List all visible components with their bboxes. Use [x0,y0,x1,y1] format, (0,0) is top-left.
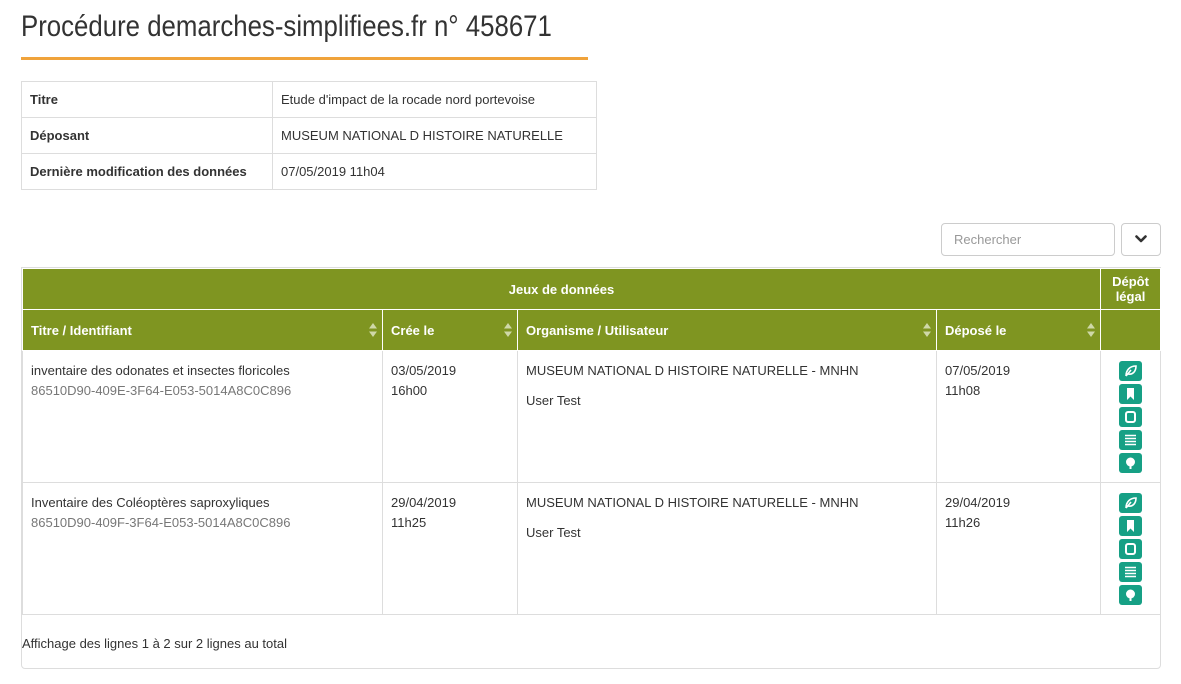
info-label: Titre [21,81,273,118]
column-header-label: Titre / Identifiant [31,322,132,338]
cell-deposited: 07/05/2019 11h08 [936,350,1101,483]
group-header-datasets: Jeux de données [22,268,1101,310]
chevron-down-icon [1135,232,1147,247]
cell-actions [1100,482,1161,615]
dataset-identifier: 86510D90-409F-3F64-E053-5014A8C0C896 [31,515,291,530]
column-header-actions [1100,309,1161,351]
column-header-deposited[interactable]: Déposé le [936,309,1101,351]
dataset-identifier: 86510D90-409E-3F64-E053-5014A8C0C896 [31,383,292,398]
procedure-info-table: Titre Etude d'impact de la rocade nord p… [21,81,597,190]
cell-deposited: 29/04/2019 11h26 [936,482,1101,615]
datasets-table: Jeux de données Dépôt légal Titre / Iden… [22,268,1161,615]
search-input[interactable] [941,223,1115,256]
bookmark-icon[interactable] [1119,384,1142,404]
info-value: 07/05/2019 11h04 [272,153,597,190]
sort-icon [369,323,377,340]
datasets-table-panel: Jeux de données Dépôt légal Titre / Iden… [21,267,1161,669]
column-header-label: Organisme / Utilisateur [526,322,669,338]
sort-icon [1087,323,1095,340]
sort-icon [504,323,512,340]
table-row: Inventaire des Coléoptères saproxyliques… [22,482,1161,615]
info-row-last-modified: Dernière modification des données 07/05/… [21,153,597,190]
column-header-created[interactable]: Crée le [382,309,518,351]
pagination-summary: Affichage des lignes 1 à 2 sur 2 lignes … [22,636,287,651]
tree-icon[interactable] [1119,585,1142,605]
organism-name: MUSEUM NATIONAL D HISTOIRE NATURELLE - M… [526,363,859,378]
column-header-organism[interactable]: Organisme / Utilisateur [517,309,937,351]
columns-toggle-button[interactable] [1121,223,1161,256]
sort-icon [923,323,931,340]
created-time: 16h00 [391,383,428,398]
info-value: MUSEUM NATIONAL D HISTOIRE NATURELLE [272,117,597,154]
column-header-title[interactable]: Titre / Identifiant [22,309,383,351]
user-name: User Test [526,393,581,408]
cell-organism: MUSEUM NATIONAL D HISTOIRE NATURELLE - M… [517,482,937,615]
tree-icon[interactable] [1119,453,1142,473]
cell-organism: MUSEUM NATIONAL D HISTOIRE NATURELLE - M… [517,350,937,483]
list-icon[interactable] [1119,562,1142,582]
info-value: Etude d'impact de la rocade nord portevo… [272,81,597,118]
dataset-title: Inventaire des Coléoptères saproxyliques [31,495,270,510]
created-date: 29/04/2019 [391,495,457,510]
cell-actions [1100,350,1161,483]
dataset-title: inventaire des odonates et insectes flor… [31,363,290,378]
bookmark-icon[interactable] [1119,516,1142,536]
organism-name: MUSEUM NATIONAL D HISTOIRE NATURELLE - M… [526,495,859,510]
deposit-time: 11h26 [945,515,981,530]
column-header-label: Crée le [391,322,435,338]
created-date: 03/05/2019 [391,363,457,378]
deposit-date: 29/04/2019 [945,495,1011,510]
deposit-date: 07/05/2019 [945,363,1011,378]
table-row: inventaire des odonates et insectes flor… [22,350,1161,483]
square-icon[interactable] [1119,539,1142,559]
cell-created: 29/04/2019 11h25 [382,482,518,615]
info-label: Déposant [21,117,273,154]
title-underline [21,57,588,60]
created-time: 11h25 [391,515,427,530]
square-icon[interactable] [1119,407,1142,427]
leaf-icon[interactable] [1119,361,1142,381]
leaf-icon[interactable] [1119,493,1142,513]
page-title: Procédure demarches-simplifiees.fr n° 45… [21,10,552,43]
info-row-deposant: Déposant MUSEUM NATIONAL D HISTOIRE NATU… [21,117,597,154]
list-icon[interactable] [1119,430,1142,450]
cell-title: inventaire des odonates et insectes flor… [22,350,383,483]
group-header-legal-deposit: Dépôt légal [1100,268,1161,310]
column-header-label: Déposé le [945,322,1007,338]
user-name: User Test [526,525,581,540]
info-row-titre: Titre Etude d'impact de la rocade nord p… [21,81,597,118]
deposit-time: 11h08 [945,383,981,398]
cell-title: Inventaire des Coléoptères saproxyliques… [22,482,383,615]
cell-created: 03/05/2019 16h00 [382,350,518,483]
info-label: Dernière modification des données [21,153,273,190]
